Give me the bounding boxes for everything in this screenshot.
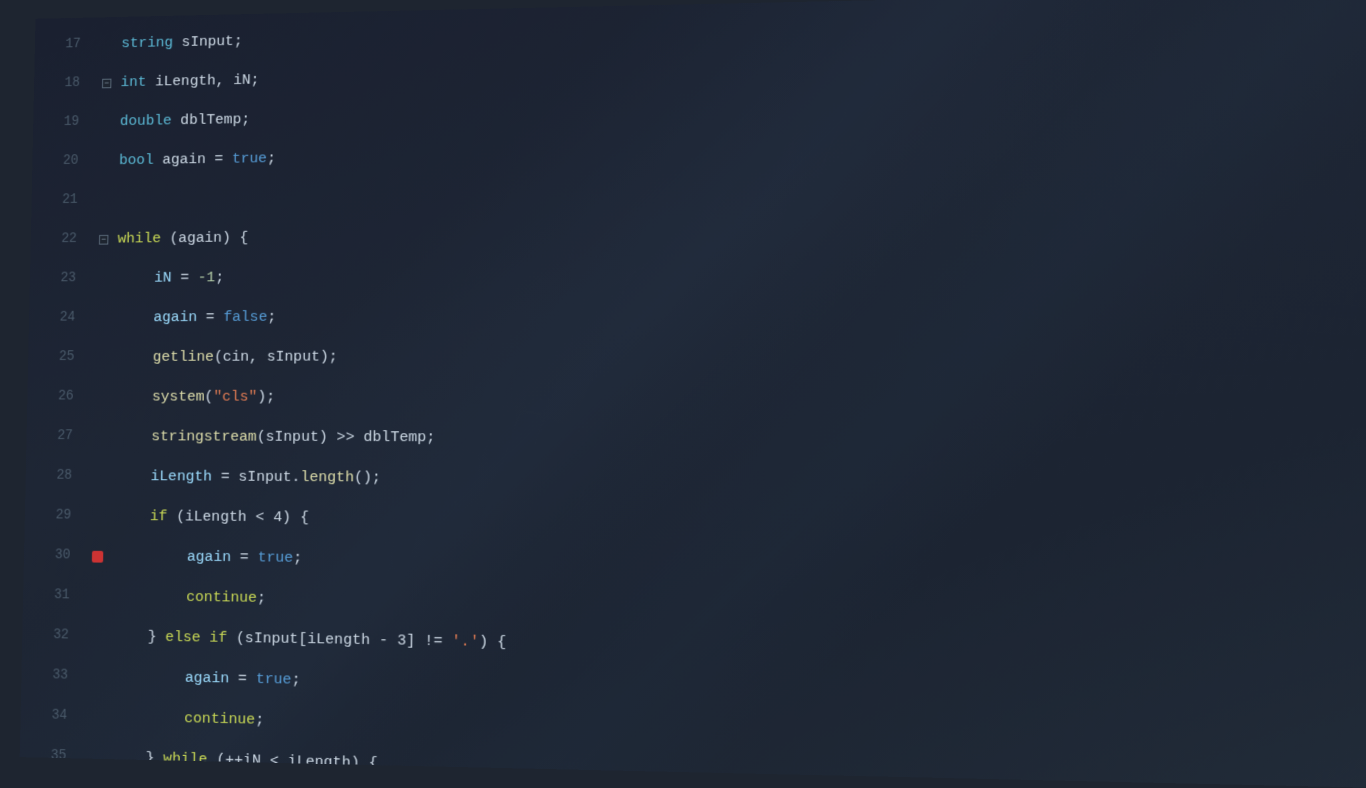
token-normal: ; — [267, 139, 276, 179]
token-normal: (cin, sInput); — [214, 337, 338, 377]
token-func: stringstream — [151, 417, 257, 457]
line-number: 32 — [22, 615, 79, 656]
token-normal: again = — [153, 140, 232, 180]
token-normal: ; — [267, 297, 276, 337]
token-kw-ctrl: else if — [165, 617, 227, 658]
token-kw-ctrl: continue — [184, 698, 256, 740]
token-normal: } — [147, 617, 165, 658]
line-number: 23 — [30, 259, 86, 299]
token-number: -1 — [197, 258, 215, 298]
token-normal: ; — [215, 258, 224, 298]
line-number: 31 — [23, 575, 80, 616]
code-line: getline(cin, sInput); — [111, 334, 1366, 377]
breakpoint-marker[interactable] — [92, 550, 103, 562]
token-normal: } — [145, 738, 163, 779]
token-normal: = sInput. — [212, 457, 301, 498]
code-line: system("cls"); — [111, 377, 1366, 420]
token-kw-bool: true — [257, 538, 293, 579]
line-number: 18 — [34, 64, 90, 104]
token-normal: (++iN < iLength) { — [207, 740, 378, 785]
token-normal: sInput; — [173, 22, 243, 62]
token-normal: ; — [291, 660, 301, 701]
line-number: 35 — [20, 736, 77, 778]
line-number: 17 — [35, 25, 91, 65]
line-number: 22 — [30, 220, 86, 260]
token-kw-bool: true — [256, 659, 292, 700]
line-number: 20 — [32, 142, 88, 182]
token-kw-ctrl: while — [163, 739, 208, 781]
token-func: system — [152, 377, 205, 417]
line-number: 25 — [28, 338, 84, 378]
token-string: "cls" — [213, 377, 258, 417]
collapse-marker[interactable]: − — [99, 234, 108, 244]
token-normal: (again) { — [161, 218, 249, 258]
token-normal: (iLength < 4) { — [167, 497, 309, 538]
token-kw-type: double — [119, 101, 172, 141]
token-kw-bool: false — [223, 297, 268, 337]
token-normal: (sInput) >> dblTemp; — [256, 417, 435, 458]
token-func: isdigit — [218, 781, 281, 788]
token-normal: iLength, iN; — [146, 61, 260, 102]
code-area: 1718192021222324252627282930313233343536… — [20, 0, 1366, 788]
token-normal: ; — [293, 538, 302, 579]
token-normal: = — [229, 659, 256, 700]
code-editor: 1718192021222324252627282930313233343536… — [20, 0, 1366, 788]
line-number: 30 — [24, 536, 81, 576]
line-number: 24 — [29, 298, 85, 338]
collapse-marker[interactable]: − — [102, 78, 111, 88]
token-string: '.' — [451, 621, 479, 662]
token-func: getline — [152, 337, 214, 377]
token-var: iN — [154, 258, 172, 298]
token-normal: ; — [257, 578, 266, 619]
line-number: 28 — [25, 456, 82, 496]
code-line: iN = -1; — [113, 249, 1366, 298]
token-kw-ctrl: continue — [186, 577, 257, 618]
token-normal: ); — [257, 377, 275, 417]
token-func: length — [300, 457, 354, 498]
token-normal: ) { — [479, 622, 507, 664]
line-number: 19 — [33, 103, 89, 143]
token-var: iLength — [150, 457, 212, 497]
line-number: 21 — [31, 181, 87, 221]
token-normal: (sInput[iN]))) { — [281, 782, 426, 788]
token-normal: ; — [255, 700, 265, 741]
token-normal: dblTemp; — [171, 100, 250, 140]
token-normal: = — [171, 258, 198, 298]
token-normal: ( — [200, 780, 218, 788]
token-normal: (sInput[iLength - 3] != — [227, 618, 452, 662]
line-number: 26 — [27, 377, 83, 417]
code-line: again = false; — [112, 292, 1366, 338]
token-kw-ctrl: if — [150, 497, 168, 537]
token-var: again — [187, 537, 232, 578]
token-normal: = — [197, 298, 224, 338]
token-kw-bool: true — [232, 139, 268, 179]
code-line: stringstream(sInput) >> dblTemp; — [110, 417, 1366, 462]
line-number: 27 — [26, 417, 82, 457]
token-kw-ctrl: while — [117, 219, 161, 259]
token-var: again — [185, 658, 230, 699]
code-lines: string sInput; int iLength, iN;double dbl… — [104, 0, 1366, 788]
token-kw-type: string — [121, 23, 173, 63]
line-number: 33 — [21, 655, 78, 696]
line-number: 36 — [20, 776, 76, 788]
token-normal: (); — [354, 458, 381, 499]
token-var: again — [153, 298, 197, 338]
line-number: 34 — [20, 695, 77, 736]
token-normal: = — [231, 537, 258, 578]
token-kw-type: int — [120, 63, 147, 102]
line-number: 29 — [24, 496, 81, 536]
token-kw-ctrl: if — [183, 780, 201, 788]
token-kw-type: bool — [119, 141, 154, 181]
